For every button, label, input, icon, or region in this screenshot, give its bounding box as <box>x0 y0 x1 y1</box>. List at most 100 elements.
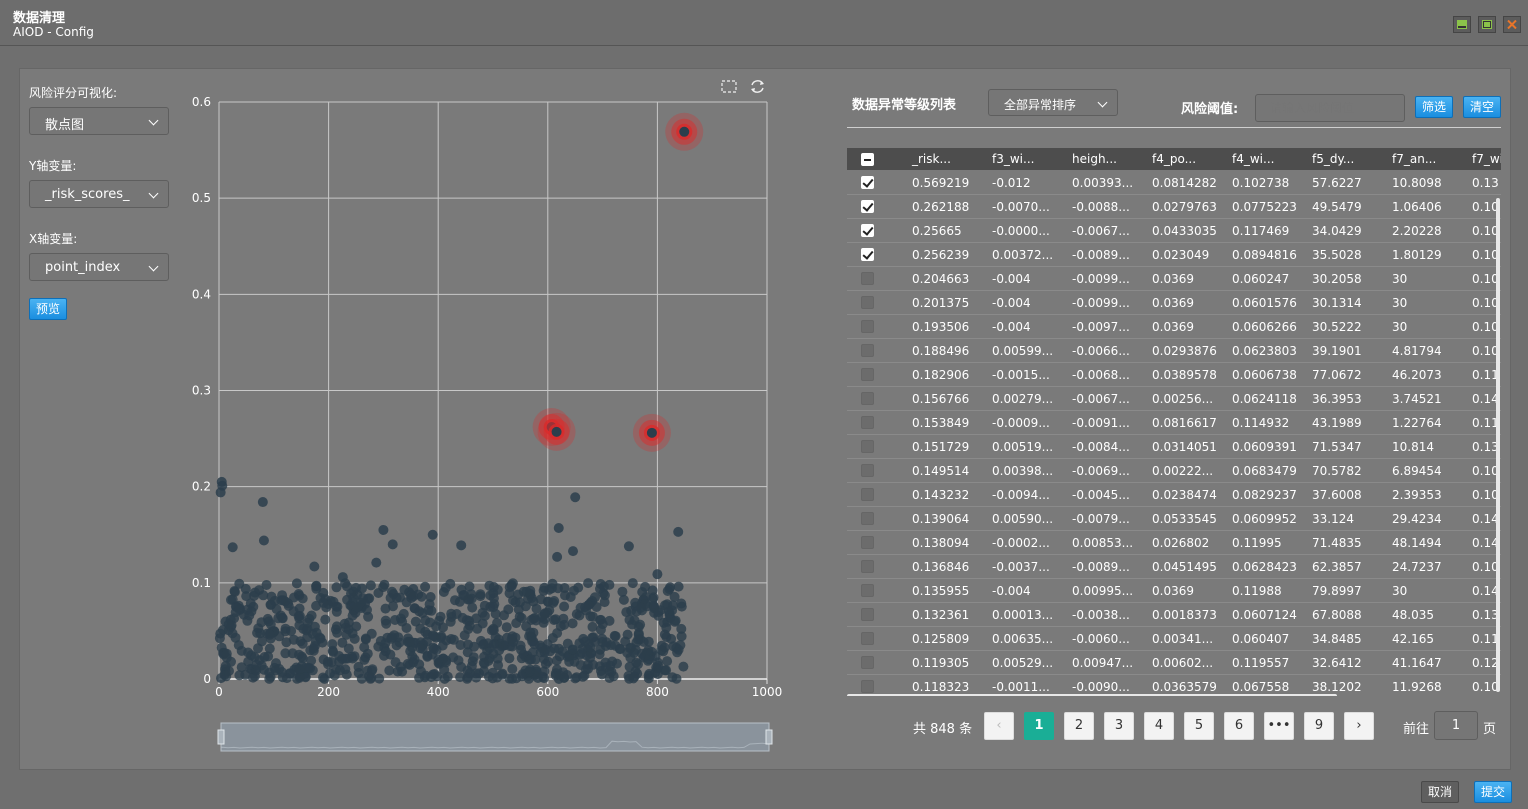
table-row[interactable]: 0.201375 -0.004 -0.0099... 0.0369 0.0601576 3… <box>847 291 1501 315</box>
row-checkbox[interactable] <box>861 296 874 309</box>
x-zoom-slider[interactable] <box>217 722 773 752</box>
select-all-checkbox[interactable] <box>861 153 874 166</box>
scatter-point <box>297 593 308 604</box>
page-button-9[interactable]: 9 <box>1304 712 1334 740</box>
table-row[interactable]: 0.193506 -0.004 -0.0097... 0.0369 0.0606266 3… <box>847 315 1501 339</box>
table-cell: 0.023049 <box>1152 248 1210 262</box>
table-row[interactable]: 0.125809 0.00635... -0.0060... 0.00341... 0.… <box>847 627 1501 651</box>
column-header[interactable]: f3_wi... <box>992 152 1034 166</box>
scatter-point <box>553 523 564 534</box>
threshold-input[interactable] <box>1255 94 1405 122</box>
highlighted-point[interactable] <box>537 412 576 451</box>
vertical-scrollbar[interactable] <box>1496 198 1500 692</box>
column-header[interactable]: f7_an... <box>1392 152 1436 166</box>
row-checkbox[interactable] <box>861 320 874 333</box>
maximize-button[interactable] <box>1478 16 1496 33</box>
horizontal-scrollbar[interactable] <box>847 694 1337 696</box>
scatter-point <box>469 641 480 652</box>
table-row[interactable]: 0.118323 -0.0011... -0.0090... 0.0363579 0.0… <box>847 675 1501 696</box>
table-row[interactable]: 0.204663 -0.004 -0.0099... 0.0369 0.060247 30… <box>847 267 1501 291</box>
row-checkbox[interactable] <box>861 440 874 453</box>
column-header[interactable]: f5_dy... <box>1312 152 1354 166</box>
row-checkbox[interactable] <box>861 272 874 285</box>
row-checkbox[interactable] <box>861 680 874 693</box>
column-header[interactable]: f7_wi <box>1472 152 1501 166</box>
next-page-button[interactable]: › <box>1344 712 1374 740</box>
goto-page-input[interactable] <box>1434 711 1478 740</box>
row-checkbox[interactable] <box>861 224 874 237</box>
highlighted-point[interactable] <box>632 413 671 452</box>
row-checkbox[interactable] <box>861 632 874 645</box>
table-cell: 0.0018373 <box>1152 608 1217 622</box>
highlighted-points[interactable] <box>532 112 704 452</box>
prev-page-button[interactable]: ‹ <box>984 712 1014 740</box>
row-checkbox[interactable] <box>861 584 874 597</box>
row-checkbox[interactable] <box>861 416 874 429</box>
table-row[interactable]: 0.119305 0.00529... 0.00947... 0.00602... 0.… <box>847 651 1501 675</box>
scatter-point <box>252 627 263 638</box>
row-checkbox[interactable] <box>861 608 874 621</box>
table-row[interactable]: 0.188496 0.00599... -0.0066... 0.0293876 0.0… <box>847 339 1501 363</box>
table-cell: 0.0369 <box>1152 320 1194 334</box>
viz-type-select[interactable]: 散点图 <box>29 107 169 135</box>
minimize-button[interactable] <box>1453 16 1471 33</box>
table-row[interactable]: 0.151729 0.00519... -0.0084... 0.0314051 0.0… <box>847 435 1501 459</box>
row-checkbox[interactable] <box>861 560 874 573</box>
table-row[interactable]: 0.262188 -0.0070... -0.0088... 0.0279763 0.0… <box>847 195 1501 219</box>
row-checkbox[interactable] <box>861 368 874 381</box>
close-button[interactable] <box>1503 16 1521 33</box>
table-cell: 0.10 <box>1472 272 1499 286</box>
row-checkbox[interactable] <box>861 248 874 261</box>
table-row[interactable]: 0.132361 0.00013... -0.0038... 0.0018373 0.0… <box>847 603 1501 627</box>
table-row[interactable]: 0.136846 -0.0037... -0.0089... 0.0451495 0.0… <box>847 555 1501 579</box>
table-row[interactable]: 0.182906 -0.0015... -0.0068... 0.0389578 0.0… <box>847 363 1501 387</box>
page-ellipsis[interactable]: ••• <box>1264 712 1294 740</box>
table-row[interactable]: 0.256239 0.00372... -0.0089... 0.023049 0.08… <box>847 243 1501 267</box>
highlighted-point[interactable] <box>665 112 704 151</box>
page-button-1[interactable]: 1 <box>1024 712 1054 740</box>
table-cell: 0.10 <box>1472 248 1499 262</box>
y-variable-select[interactable]: _risk_scores_ <box>29 180 169 208</box>
scatter-point <box>559 601 570 612</box>
table-row[interactable]: 0.138094 -0.0002... 0.00853... 0.026802 0.11… <box>847 531 1501 555</box>
filter-button[interactable]: 筛选 <box>1415 96 1453 118</box>
row-checkbox[interactable] <box>861 392 874 405</box>
x-variable-select[interactable]: point_index <box>29 253 169 281</box>
page-button-5[interactable]: 5 <box>1184 712 1214 740</box>
table-row[interactable]: 0.156766 0.00279... -0.0067... 0.00256... 0.… <box>847 387 1501 411</box>
table-cell: 0.0369 <box>1152 272 1194 286</box>
table-row[interactable]: 0.139064 0.00590... -0.0079... 0.0533545 0.0… <box>847 507 1501 531</box>
submit-button[interactable]: 提交 <box>1474 781 1512 803</box>
zoom-select-icon[interactable] <box>721 80 737 93</box>
row-checkbox[interactable] <box>861 488 874 501</box>
column-header[interactable]: f4_po... <box>1152 152 1196 166</box>
page-button-3[interactable]: 3 <box>1104 712 1134 740</box>
scatter-chart[interactable]: 0 0.1 0.2 0.3 0.4 0.5 0.6 0 200 400 600 800 1000 <box>185 78 795 758</box>
column-header[interactable]: f4_wi... <box>1232 152 1274 166</box>
page-button-6[interactable]: 6 <box>1224 712 1254 740</box>
restore-icon[interactable] <box>751 80 764 93</box>
clear-button[interactable]: 清空 <box>1463 96 1501 118</box>
row-checkbox[interactable] <box>861 200 874 213</box>
table-row[interactable]: 0.143232 -0.0094... -0.0045... 0.0238474 0.0… <box>847 483 1501 507</box>
page-button-4[interactable]: 4 <box>1144 712 1174 740</box>
sort-select[interactable]: 全部异常排序 <box>988 89 1118 116</box>
table-row[interactable]: 0.149514 0.00398... -0.0069... 0.00222... 0.… <box>847 459 1501 483</box>
column-header[interactable]: _risk... <box>912 152 951 166</box>
table-row[interactable]: 0.135955 -0.004 0.00995... 0.0369 0.11988 79.… <box>847 579 1501 603</box>
row-checkbox[interactable] <box>861 464 874 477</box>
row-checkbox[interactable] <box>861 536 874 549</box>
row-checkbox[interactable] <box>861 176 874 189</box>
scatter-point <box>264 629 275 640</box>
scatter-point <box>487 673 498 684</box>
cancel-button[interactable]: 取消 <box>1421 781 1459 803</box>
row-checkbox[interactable] <box>861 656 874 669</box>
page-button-2[interactable]: 2 <box>1064 712 1094 740</box>
row-checkbox[interactable] <box>861 344 874 357</box>
table-row[interactable]: 0.569219 -0.012 0.00393... 0.0814282 0.10273… <box>847 171 1501 195</box>
column-header[interactable]: heigh... <box>1072 152 1117 166</box>
preview-button[interactable]: 预览 <box>29 298 67 320</box>
table-row[interactable]: 0.153849 -0.0009... -0.0091... 0.0816617 0.1… <box>847 411 1501 435</box>
row-checkbox[interactable] <box>861 512 874 525</box>
table-row[interactable]: 0.25665 -0.0000... -0.0067... 0.0433035 0.11… <box>847 219 1501 243</box>
